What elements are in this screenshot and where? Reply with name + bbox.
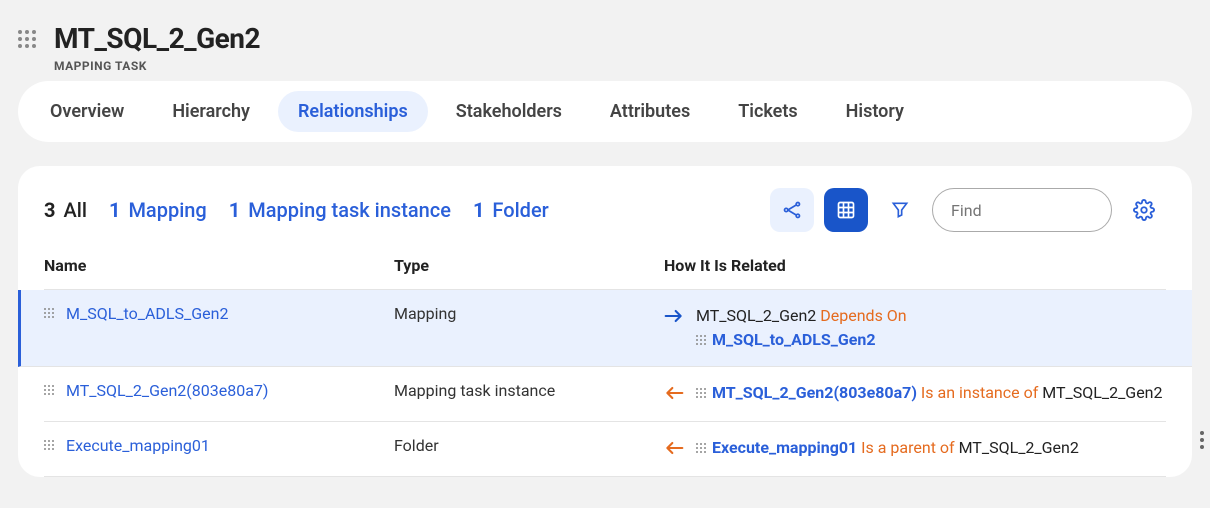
- filter-button[interactable]: [878, 188, 922, 232]
- tab-hierarchy[interactable]: Hierarchy: [152, 91, 270, 132]
- row-name-link[interactable]: Execute_mapping01: [66, 436, 210, 455]
- row-name-link[interactable]: MT_SQL_2_Gen2(803e80a7): [66, 381, 268, 400]
- filter-chip[interactable]: 3All: [44, 198, 87, 222]
- filter-chip[interactable]: 1Folder: [473, 198, 549, 222]
- relation-link[interactable]: M_SQL_to_ADLS_Gen2: [708, 330, 876, 349]
- relation-text: Execute_mapping01 Is a parent of MT_SQL_…: [696, 436, 1079, 462]
- find-input[interactable]: [932, 188, 1112, 232]
- table-view-button[interactable]: [824, 188, 868, 232]
- filter-chip[interactable]: 1Mapping: [109, 198, 207, 222]
- arrow-left-icon: [664, 441, 684, 455]
- drag-handle-icon[interactable]: [44, 440, 56, 452]
- tab-bar: OverviewHierarchyRelationshipsStakeholde…: [18, 81, 1192, 142]
- filter-counters: 3All 1Mapping 1Mapping task instance 1Folde…: [44, 198, 549, 222]
- table-row[interactable]: MT_SQL_2_Gen2(803e80a7) Mapping task inst…: [44, 367, 1166, 422]
- row-type: Mapping: [394, 304, 664, 323]
- row-type: Mapping task instance: [394, 381, 664, 400]
- table-row[interactable]: Execute_mapping01 Folder Execute_mapping0…: [44, 422, 1166, 477]
- drag-handle-icon: [696, 388, 706, 398]
- tab-history[interactable]: History: [826, 91, 924, 132]
- relation-link[interactable]: MT_SQL_2_Gen2(803e80a7): [708, 383, 921, 402]
- page-title: MT_SQL_2_Gen2: [54, 22, 260, 55]
- drag-handle-icon[interactable]: [44, 385, 56, 397]
- drag-handle-icon[interactable]: [18, 30, 38, 50]
- relationships-panel: 3All 1Mapping 1Mapping task instance 1Folde…: [18, 166, 1192, 477]
- arrow-right-icon: [664, 309, 684, 323]
- table-row[interactable]: M_SQL_to_ADLS_Gen2 Mapping MT_SQL_2_Gen2 D…: [18, 290, 1192, 367]
- relation-text: MT_SQL_2_Gen2 Depends On M_SQL_to_ADLS_G…: [696, 304, 907, 352]
- kebab-menu-icon[interactable]: [1190, 428, 1210, 452]
- tab-stakeholders[interactable]: Stakeholders: [436, 91, 582, 132]
- filter-chip[interactable]: 1Mapping task instance: [229, 198, 451, 222]
- drag-handle-icon: [696, 335, 706, 345]
- relation-text: MT_SQL_2_Gen2(803e80a7) Is an instance o…: [696, 381, 1163, 407]
- col-name: Name: [44, 256, 394, 275]
- page-subtitle: MAPPING TASK: [54, 59, 260, 73]
- tab-tickets[interactable]: Tickets: [718, 91, 817, 132]
- drag-handle-icon: [696, 443, 706, 453]
- arrow-left-icon: [664, 386, 684, 400]
- graph-view-button[interactable]: [770, 188, 814, 232]
- tab-relationships[interactable]: Relationships: [278, 91, 428, 132]
- drag-handle-icon[interactable]: [44, 308, 56, 320]
- settings-button[interactable]: [1122, 188, 1166, 232]
- tab-attributes[interactable]: Attributes: [590, 91, 710, 132]
- col-related: How It Is Related: [664, 256, 1166, 275]
- row-type: Folder: [394, 436, 664, 455]
- row-name-link[interactable]: M_SQL_to_ADLS_Gen2: [66, 304, 228, 323]
- col-type: Type: [394, 256, 664, 275]
- tab-overview[interactable]: Overview: [30, 91, 144, 132]
- relation-link[interactable]: Execute_mapping01: [708, 438, 861, 457]
